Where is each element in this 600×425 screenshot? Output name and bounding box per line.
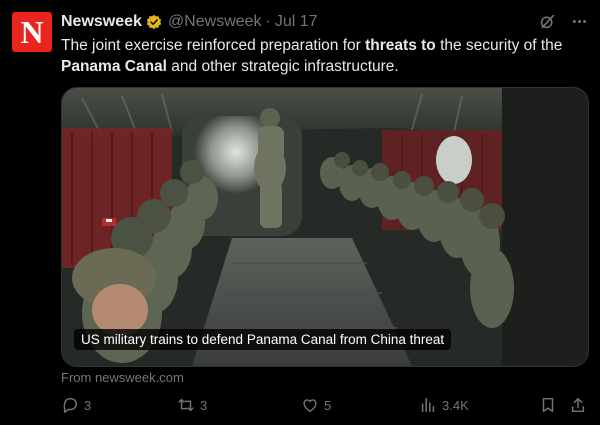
like-icon bbox=[303, 399, 317, 413]
verified-badge-icon[interactable] bbox=[146, 14, 162, 30]
post[interactable]: N Newsweek @Newsweek · Jul 17 The joint … bbox=[0, 0, 600, 425]
link-card[interactable]: US military trains to defend Panama Cana… bbox=[61, 87, 589, 367]
card-caption: US military trains to defend Panama Cana… bbox=[74, 329, 452, 350]
reply-button[interactable]: 3 bbox=[61, 396, 91, 414]
text-part: and other strategic infrastructure. bbox=[166, 58, 399, 75]
handle[interactable]: @Newsweek bbox=[168, 13, 262, 31]
text-part: the security of the bbox=[435, 37, 563, 54]
separator: · bbox=[265, 13, 271, 30]
bookmark-button[interactable] bbox=[539, 396, 562, 414]
views-count: 3.4K bbox=[442, 397, 469, 413]
more-icon[interactable] bbox=[570, 12, 588, 30]
article-photo bbox=[62, 88, 588, 366]
grok-icon[interactable] bbox=[538, 12, 556, 30]
repost-icon bbox=[178, 398, 194, 412]
share-icon bbox=[571, 397, 585, 413]
like-button[interactable]: 5 bbox=[301, 396, 331, 414]
reply-icon bbox=[63, 397, 78, 413]
views-button[interactable]: 3.4K bbox=[419, 396, 469, 414]
text-part-bold: threats to bbox=[365, 37, 436, 54]
avatar-letter: N bbox=[20, 14, 44, 50]
share-button[interactable] bbox=[569, 396, 592, 414]
top-actions bbox=[538, 12, 588, 30]
views-icon bbox=[421, 397, 435, 413]
bookmark-icon bbox=[542, 397, 554, 413]
repost-count: 3 bbox=[200, 397, 208, 413]
action-bar: 3 3 5 3.4K bbox=[61, 396, 591, 418]
card-source[interactable]: From newsweek.com bbox=[61, 370, 184, 385]
post-text: The joint exercise reinforced preparatio… bbox=[61, 35, 581, 77]
post-date[interactable]: Jul 17 bbox=[275, 13, 318, 31]
like-count: 5 bbox=[324, 397, 332, 413]
display-name[interactable]: Newsweek bbox=[61, 13, 142, 31]
text-part: The joint exercise reinforced preparatio… bbox=[61, 37, 366, 54]
reply-count: 3 bbox=[84, 397, 92, 413]
repost-button[interactable]: 3 bbox=[177, 396, 207, 414]
post-header: Newsweek @Newsweek · Jul 17 bbox=[61, 13, 318, 31]
avatar[interactable]: N bbox=[12, 12, 52, 52]
text-part-bold: Panama Canal bbox=[61, 58, 167, 75]
